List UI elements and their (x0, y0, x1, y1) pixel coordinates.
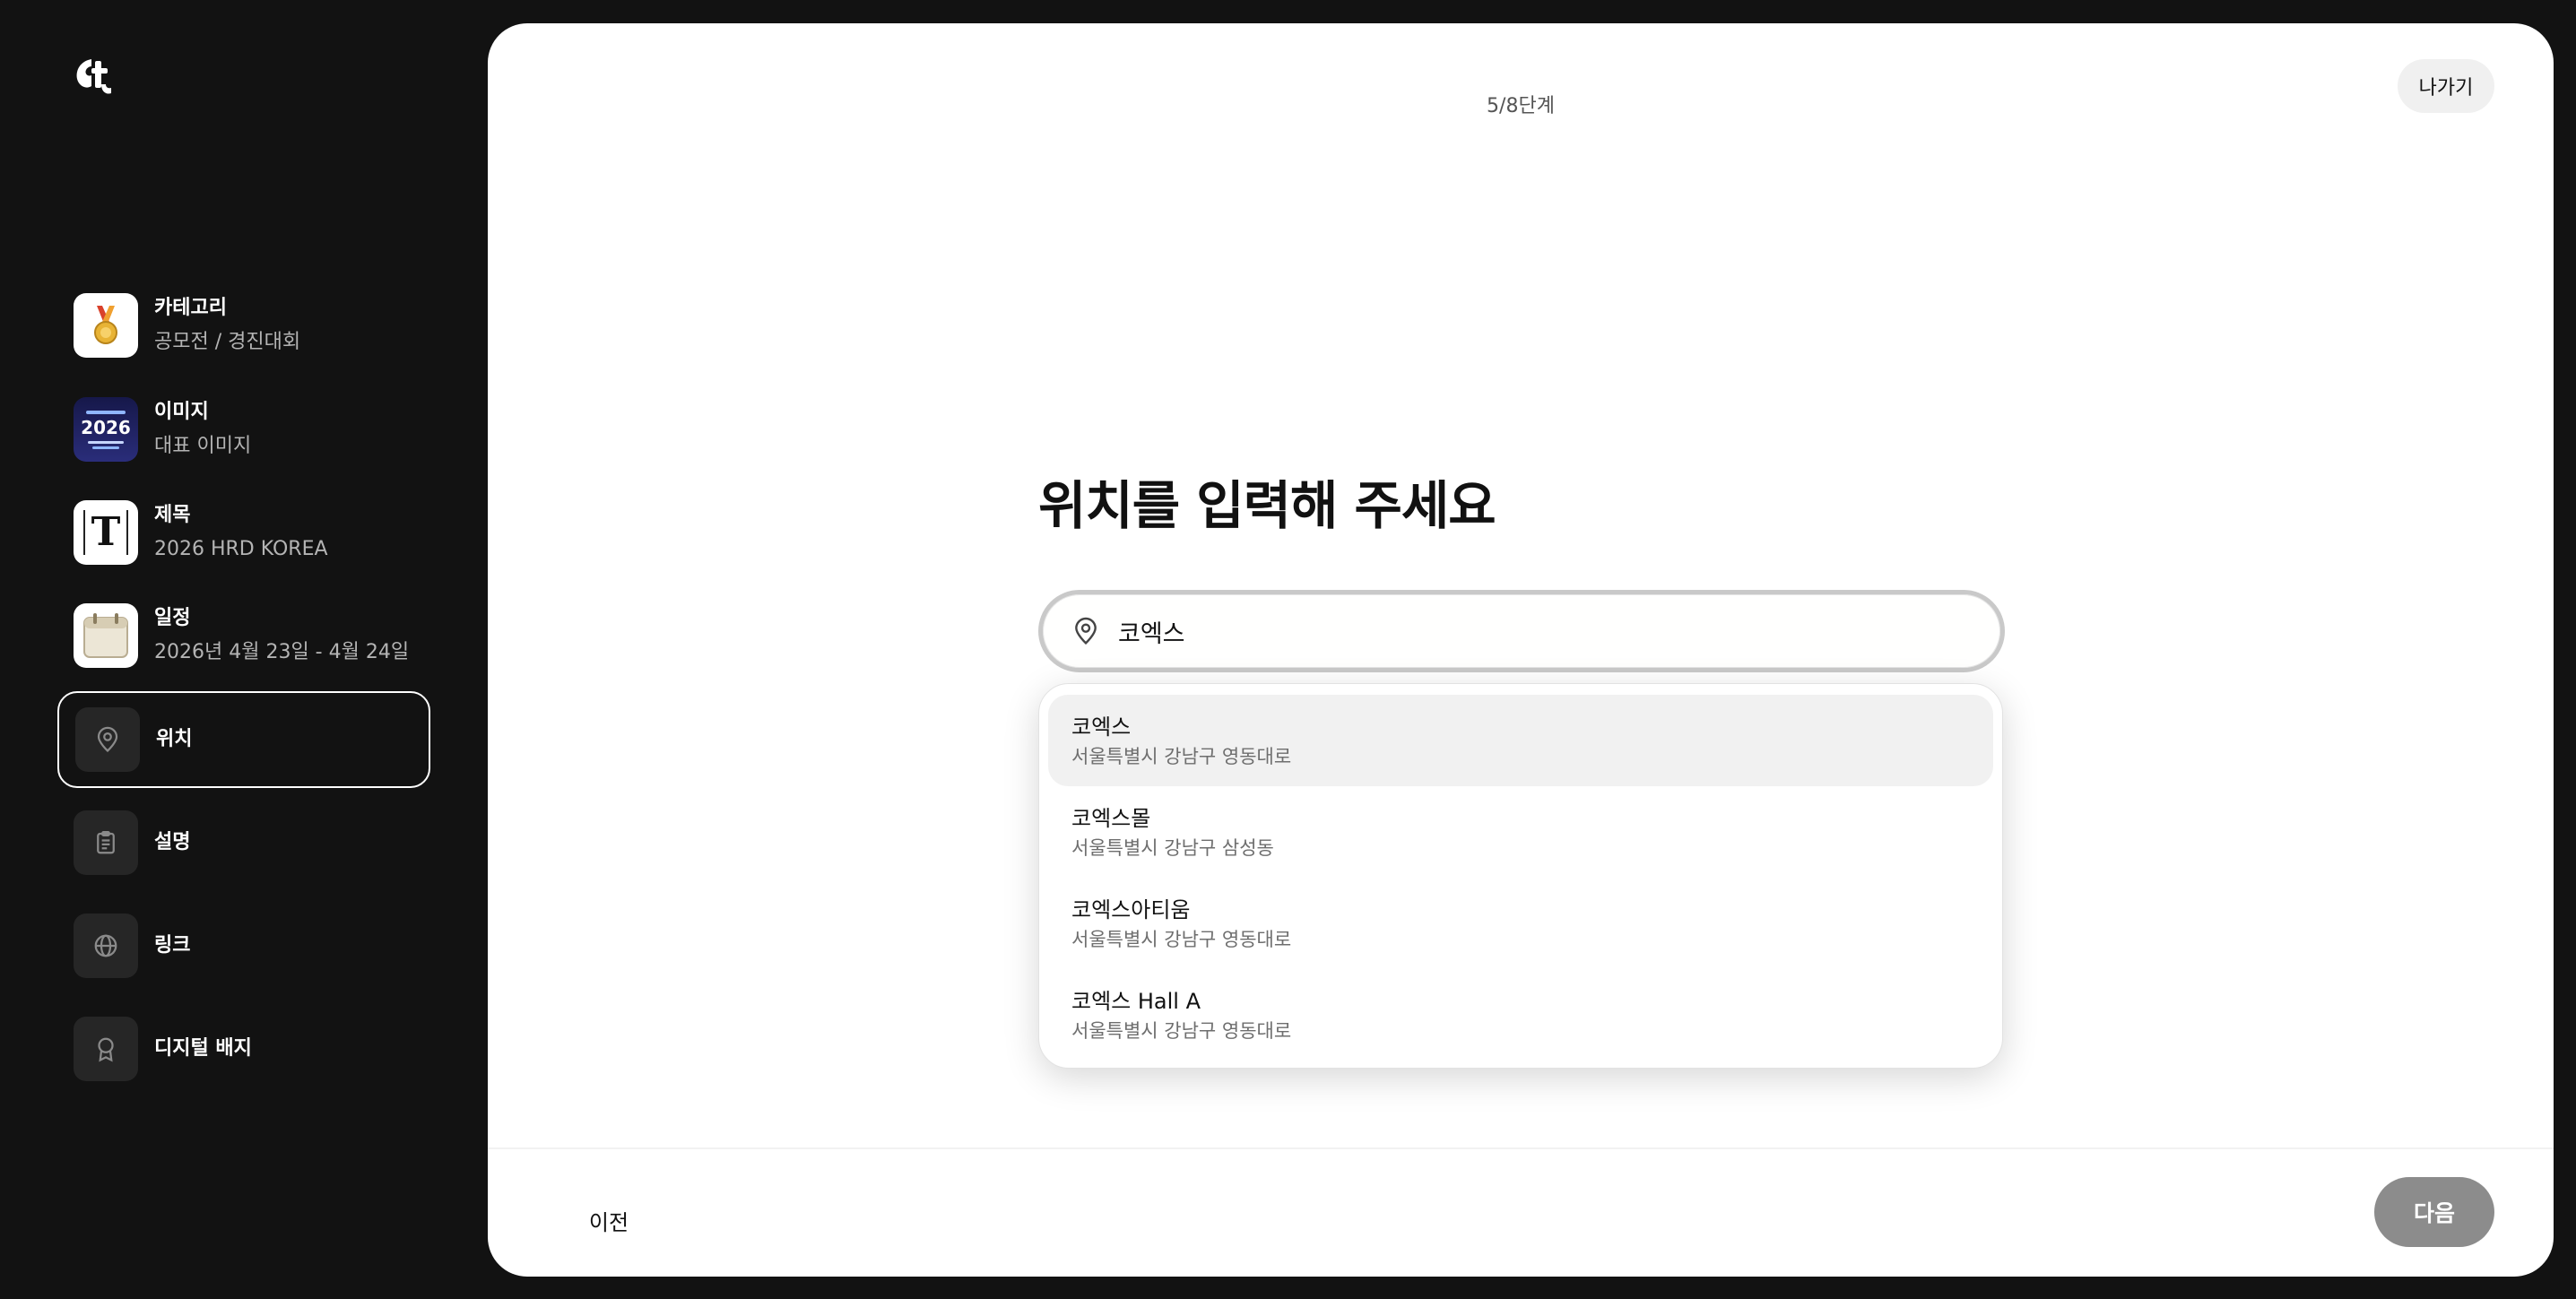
previous-button[interactable]: 이전 (577, 1198, 640, 1243)
suggestion-address: 서울특별시 강남구 영동대로 (1071, 929, 1292, 950)
sidebar-item-value: 2026년 4월 23일 - 4월 24일 (154, 641, 410, 663)
sidebar-item-description[interactable]: 설명 (57, 794, 430, 891)
suggestion-address: 서울특별시 강남구 영동대로 (1071, 1020, 1292, 1042)
sidebar-item-value: 2026 HRD KOREA (154, 538, 328, 560)
suggestion-item[interactable]: 코엑스몰 서울특별시 강남구 삼성동 (1048, 786, 1993, 878)
sidebar-item-schedule[interactable]: 일정 2026년 4월 23일 - 4월 24일 (57, 587, 430, 684)
sidebar-item-label: 설명 (154, 831, 191, 853)
poster-year: 2026 (81, 416, 131, 438)
suggestion-item[interactable]: 코엑스 서울특별시 강남구 영동대로 (1048, 695, 1993, 786)
badge-icon (74, 1017, 138, 1081)
sidebar-item-category[interactable]: 카테고리 공모전 / 경진대회 (57, 277, 430, 374)
sidebar-item-title[interactable]: T 제목 2026 HRD KOREA (57, 484, 430, 581)
title-t-icon: T (74, 500, 138, 565)
sidebar-item-image[interactable]: 2026 이미지 대표 이미지 (57, 381, 430, 478)
sidebar-item-label: 링크 (154, 934, 191, 957)
next-button[interactable]: 다음 (2374, 1177, 2494, 1247)
location-pin-icon (1071, 617, 1100, 645)
location-pin-icon (75, 707, 140, 772)
step-indicator: 5/8단계 (1487, 95, 1555, 117)
suggestion-name: 코엑스몰 (1071, 806, 1151, 831)
title-t-glyph: T (91, 509, 121, 555)
sidebar-item-digital-badge[interactable]: 디지털 배지 (57, 1000, 430, 1097)
suggestion-item[interactable]: 코엑스 Hall A 서울특별시 강남구 영동대로 (1048, 969, 1993, 1061)
sidebar-item-value: 대표 이미지 (154, 435, 252, 457)
medal-icon (74, 293, 138, 358)
app-logo[interactable] (72, 54, 117, 99)
suggestion-address: 서울특별시 강남구 삼성동 (1071, 837, 1274, 859)
sidebar-item-label: 일정 (154, 607, 191, 629)
page-title: 위치를 입력해 주세요 (1038, 475, 1496, 536)
sidebar-item-value: 공모전 / 경진대회 (154, 331, 301, 353)
sidebar-item-label: 디지털 배지 (154, 1037, 252, 1060)
suggestion-address: 서울특별시 강남구 영동대로 (1071, 746, 1292, 767)
clipboard-icon (74, 810, 138, 875)
location-search-input[interactable] (1118, 617, 1925, 645)
suggestion-item[interactable]: 코엑스아티움 서울특별시 강남구 영동대로 (1048, 878, 1993, 969)
suggestion-name: 코엑스 Hall A (1071, 989, 1201, 1014)
location-suggestions-dropdown: 코엑스 서울특별시 강남구 영동대로 코엑스몰 서울특별시 강남구 삼성동 코엑… (1038, 683, 2003, 1069)
sidebar-item-label: 위치 (156, 728, 193, 750)
calendar-icon (74, 603, 138, 668)
main-panel: 5/8단계 나가기 위치를 입력해 주세요 코엑스 서울특별시 강남구 영동대로… (488, 23, 2554, 1277)
sidebar-item-label: 이미지 (154, 401, 209, 423)
sidebar-item-label: 카테고리 (154, 297, 227, 319)
sidebar-item-location[interactable]: 위치 (57, 691, 430, 788)
sidebar-item-link[interactable]: 링크 (57, 897, 430, 994)
footer-divider (488, 1147, 2554, 1149)
suggestion-name: 코엑스아티움 (1071, 897, 1191, 922)
event-poster-thumbnail: 2026 (74, 397, 138, 462)
sidebar-item-label: 제목 (154, 504, 191, 526)
suggestion-name: 코엑스 (1071, 714, 1132, 740)
location-search-field[interactable] (1038, 590, 2005, 672)
exit-button[interactable]: 나가기 (2398, 59, 2494, 113)
globe-icon (74, 914, 138, 978)
